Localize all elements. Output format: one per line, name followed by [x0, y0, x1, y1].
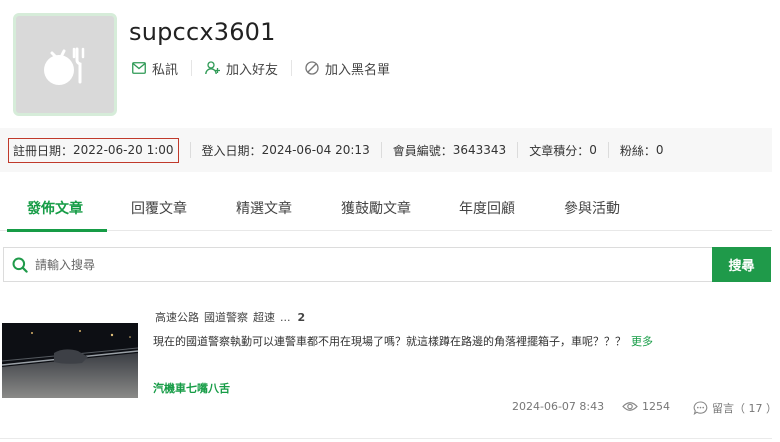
username: supccx3601	[129, 18, 276, 46]
default-avatar-icon	[44, 47, 85, 85]
search-box	[3, 247, 712, 282]
message-label: 私訊	[152, 62, 179, 78]
divider	[607, 142, 609, 158]
eye-icon	[622, 402, 638, 411]
active-tab-indicator	[7, 229, 107, 232]
ban-icon	[305, 61, 319, 75]
register-date: 註冊日期 2022-06-20 1:00	[8, 137, 179, 163]
article-views: 1254	[622, 400, 670, 413]
person-plus-icon	[205, 61, 221, 75]
member-number: 會員編號 3643343	[393, 142, 506, 159]
tag-link[interactable]: 超速	[253, 309, 275, 325]
article-points: 文章積分 0	[529, 142, 597, 159]
article-date: 2024-06-07 8:43	[512, 400, 605, 413]
chat-bubble-icon	[693, 401, 708, 415]
fans-value: 0	[655, 143, 664, 157]
login-date-label: 登入日期	[202, 142, 262, 159]
message-button[interactable]: 私訊	[132, 59, 178, 78]
tab-events[interactable]: 參與活動	[564, 198, 620, 218]
fans-count: 粉絲 0	[620, 142, 664, 159]
profile-actions: 私訊 加入好友 加入黑名單	[132, 58, 390, 78]
register-date-value: 2022-06-20 1:00	[73, 143, 174, 157]
divider	[291, 60, 293, 76]
tag-link[interactable]: 國道警察	[204, 309, 248, 325]
member-stats-bar: 註冊日期 2022-06-20 1:00 登入日期 2024-06-04 20:…	[0, 128, 772, 172]
tab-published-articles[interactable]: 發佈文章	[27, 198, 83, 218]
fans-label: 粉絲	[620, 142, 656, 159]
login-date-value: 2024-06-04 20:13	[261, 143, 370, 157]
member-number-value: 3643343	[452, 143, 507, 157]
highway-night-image	[2, 323, 138, 398]
add-friend-button[interactable]: 加入好友	[205, 59, 278, 78]
article-excerpt[interactable]: 現在的國道警察執勤可以連警車都不用在現場了嗎？就這樣蹲在路邊的角落裡擺箱子，車呢…	[153, 333, 653, 349]
blacklist-button[interactable]: 加入黑名單	[305, 59, 390, 78]
divider	[380, 142, 382, 158]
member-number-label: 會員編號	[393, 142, 453, 159]
add-friend-label: 加入好友	[226, 62, 279, 78]
article-tabs: 發佈文章 回覆文章 精選文章 獲鼓勵文章 年度回顧 參與活動	[0, 186, 772, 232]
tab-replied-articles[interactable]: 回覆文章	[131, 198, 187, 218]
divider	[0, 438, 772, 439]
article-points-label: 文章積分	[529, 142, 589, 159]
tab-encouraged-articles[interactable]: 獲鼓勵文章	[341, 198, 411, 218]
register-date-label: 註冊日期	[13, 142, 73, 159]
search-button[interactable]: 搜尋	[712, 247, 771, 282]
more-tags-count[interactable]: 2	[298, 311, 306, 324]
article-tags: 高速公路 國道警察 超速 ... 2	[155, 309, 310, 325]
article-points-value: 0	[589, 143, 597, 157]
tag-link[interactable]: 高速公路	[155, 309, 199, 325]
divider	[517, 142, 519, 158]
envelope-icon	[132, 62, 146, 74]
avatar	[13, 13, 117, 116]
search-input[interactable]	[35, 257, 675, 272]
board-link[interactable]: 汽機車七嘴八舌	[153, 380, 230, 396]
blacklist-label: 加入黑名單	[325, 62, 391, 78]
more-link[interactable]: 更多	[631, 335, 653, 348]
divider	[191, 60, 193, 76]
divider	[189, 142, 191, 158]
login-date: 登入日期 2024-06-04 20:13	[202, 142, 370, 159]
tags-ellipsis[interactable]: ...	[280, 311, 291, 324]
excerpt-text: 現在的國道警察執勤可以連警車都不用在現場了嗎？就這樣蹲在路邊的角落裡擺箱子，車呢…	[153, 335, 626, 348]
tab-annual-review[interactable]: 年度回顧	[459, 198, 515, 218]
article-comments[interactable]: 留言（ 17 ）	[693, 400, 777, 416]
views-count: 1254	[642, 400, 670, 413]
search-icon	[12, 257, 28, 273]
article-thumbnail[interactable]	[2, 323, 138, 398]
comments-count: 留言（ 17 ）	[712, 402, 777, 415]
tab-featured-articles[interactable]: 精選文章	[236, 198, 292, 218]
